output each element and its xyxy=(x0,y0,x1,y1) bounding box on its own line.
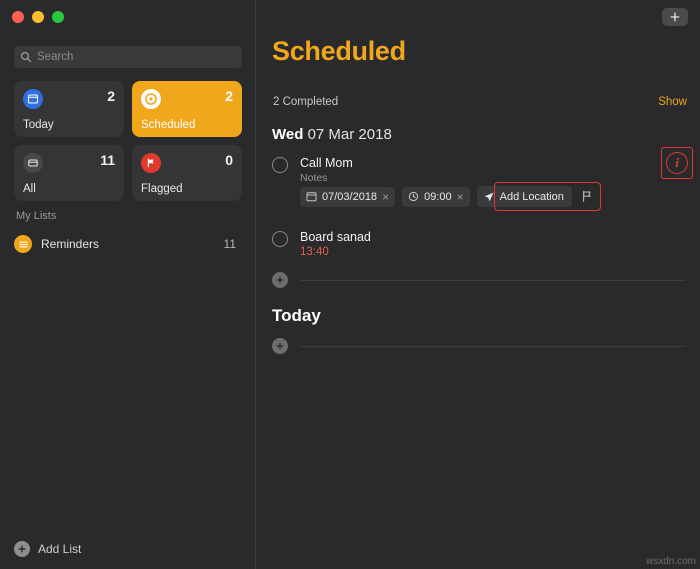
today-icon xyxy=(23,89,43,109)
window-controls xyxy=(12,11,64,23)
task-notes: Notes xyxy=(300,172,327,184)
sidebar-tile-scheduled[interactable]: 2 Scheduled xyxy=(132,81,242,137)
row-divider xyxy=(300,280,686,281)
date-chip-label: 07/03/2018 xyxy=(322,191,377,203)
plus-icon xyxy=(272,272,288,288)
sidebar-tile-today[interactable]: 2 Today xyxy=(14,81,124,137)
reminders-label: Reminders xyxy=(41,237,224,251)
sidebar-tile-flagged[interactable]: 0 Flagged xyxy=(132,145,242,201)
day-header-wed: Wed 07 Mar 2018 xyxy=(272,126,392,143)
zoom-button[interactable] xyxy=(52,11,64,23)
calendar-icon xyxy=(306,191,317,202)
day-name: Wed xyxy=(272,126,303,143)
show-completed-link[interactable]: Show xyxy=(658,96,687,108)
minimize-button[interactable] xyxy=(32,11,44,23)
search-icon xyxy=(20,51,32,63)
time-chip[interactable]: 09:00 × xyxy=(402,187,470,207)
day-date: 07 Mar 2018 xyxy=(308,126,392,143)
today-count: 2 xyxy=(107,88,115,104)
completed-count-label: 2 Completed xyxy=(273,96,338,108)
all-label: All xyxy=(23,183,36,195)
main-panel: Scheduled 2 Completed Show Wed 07 Mar 20… xyxy=(256,0,700,569)
search-field[interactable] xyxy=(14,46,242,68)
sidebar-tile-all[interactable]: 11 All xyxy=(14,145,124,201)
page-title: Scheduled xyxy=(272,36,406,67)
flag-toggle[interactable] xyxy=(579,187,595,207)
scheduled-count: 2 xyxy=(225,88,233,104)
add-list-button[interactable]: Add List xyxy=(14,541,81,557)
task-complete-toggle[interactable] xyxy=(272,231,288,247)
flagged-count: 0 xyxy=(225,152,233,168)
add-location-chip[interactable]: Add Location xyxy=(477,186,572,207)
task-title: Board sanad xyxy=(300,230,371,244)
completed-row: 2 Completed Show xyxy=(273,96,687,108)
row-divider xyxy=(300,346,686,347)
all-count: 11 xyxy=(100,152,115,168)
add-list-label: Add List xyxy=(38,542,81,556)
plus-icon xyxy=(272,338,288,354)
flagged-label: Flagged xyxy=(141,183,183,195)
task-title: Call Mom xyxy=(300,156,353,170)
task-time: 13:40 xyxy=(300,246,329,258)
plus-icon xyxy=(14,541,30,557)
add-location-label: Add Location xyxy=(500,191,564,203)
info-button[interactable]: i xyxy=(666,152,688,174)
scheduled-icon xyxy=(141,89,161,109)
sidebar-item-reminders[interactable]: Reminders 11 xyxy=(14,232,242,256)
add-reminder-row-wed[interactable] xyxy=(272,272,686,288)
reminders-count: 11 xyxy=(224,237,242,251)
scheduled-label: Scheduled xyxy=(141,119,195,131)
flag-outline-icon xyxy=(581,190,593,203)
day-header-today: Today xyxy=(272,306,321,326)
add-reminder-row-today[interactable] xyxy=(272,338,686,354)
reminders-window: 2 Today 2 Scheduled xyxy=(0,0,700,569)
reminders-icon xyxy=(14,235,32,253)
clock-icon xyxy=(408,191,419,202)
smart-list-tiles: 2 Today 2 Scheduled xyxy=(14,81,242,201)
date-chip-remove[interactable]: × xyxy=(382,191,389,203)
search-input[interactable] xyxy=(37,51,236,63)
plus-icon xyxy=(669,11,681,23)
location-arrow-icon xyxy=(483,191,495,203)
add-reminder-button[interactable] xyxy=(662,8,688,26)
sidebar: 2 Today 2 Scheduled xyxy=(0,0,256,569)
watermark: wsxdn.com xyxy=(646,556,696,567)
task-complete-toggle[interactable] xyxy=(272,157,288,173)
time-chip-label: 09:00 xyxy=(424,191,452,203)
all-icon xyxy=(23,153,43,173)
date-chip[interactable]: 07/03/2018 × xyxy=(300,187,395,207)
close-button[interactable] xyxy=(12,11,24,23)
my-lists-header: My Lists xyxy=(16,210,56,222)
time-chip-remove[interactable]: × xyxy=(457,191,464,203)
today-label: Today xyxy=(23,119,54,131)
task-detail-chips: 07/03/2018 × 09:00 × Add Location xyxy=(300,186,595,207)
flag-icon xyxy=(141,153,161,173)
